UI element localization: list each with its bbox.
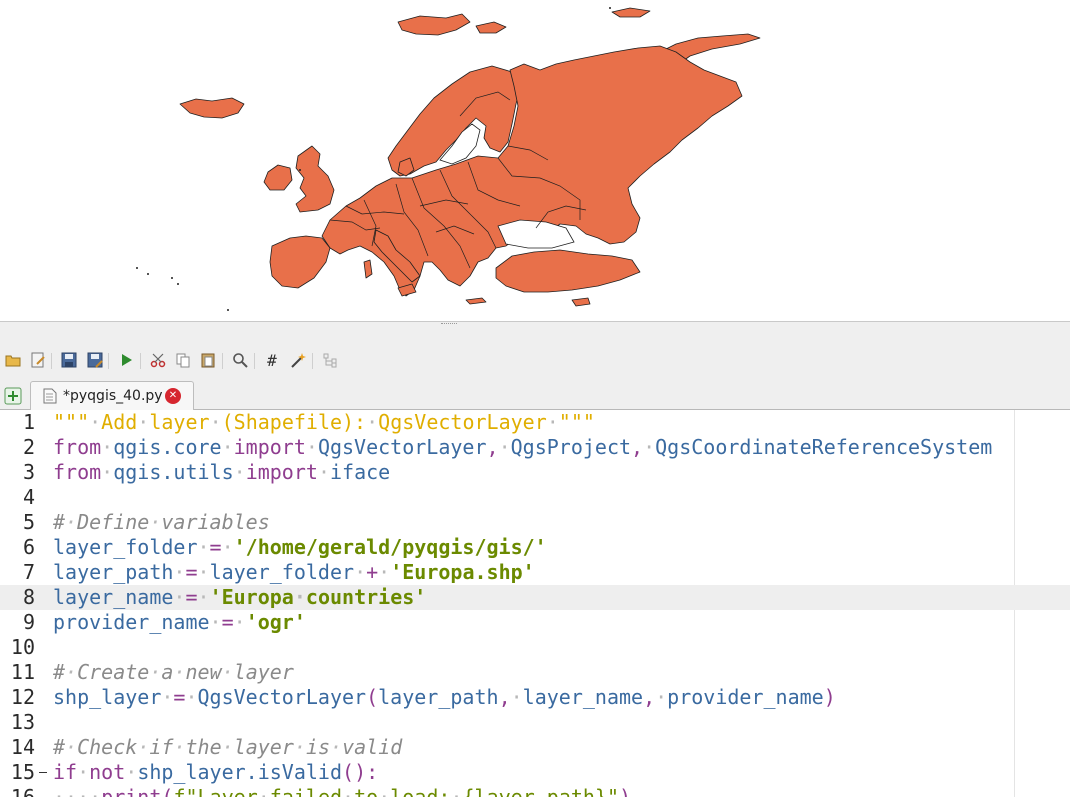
line-number: 1 <box>22 410 35 434</box>
code-text: shp_layer·=·QgsVectorLayer(layer_path,·l… <box>53 685 836 709</box>
editor-toolbar: # <box>0 349 1070 373</box>
code-text: from·qgis.utils·import·iface <box>53 460 391 484</box>
code-line[interactable]: 13 <box>0 710 1070 735</box>
country-shape <box>475 21 507 34</box>
code-line[interactable]: 9 provider_name·=·'ogr' <box>0 610 1070 635</box>
copy-icon[interactable] <box>172 349 194 371</box>
close-tab-icon[interactable]: ✕ <box>165 388 181 404</box>
europe-countries-layer <box>136 7 761 311</box>
code-text: layer_folder·=·'/home/gerald/pyqgis/gis/… <box>53 535 547 559</box>
country-shape <box>465 297 487 305</box>
code-text: layer_path·=·layer_folder·+·'Europa.shp' <box>53 560 535 584</box>
code-line[interactable]: 2 from·qgis.core·import·QgsVectorLayer,·Q… <box>0 435 1070 460</box>
line-number: 9 <box>22 610 35 634</box>
code-text: #·Check·if·the·layer·is·valid <box>53 735 403 759</box>
line-number: 8 <box>22 585 35 609</box>
line-number: 5 <box>22 510 35 534</box>
code-line[interactable]: 14 #·Check·if·the·layer·is·valid <box>0 735 1070 760</box>
run-script-icon[interactable] <box>115 349 137 371</box>
line-number: 2 <box>22 435 35 459</box>
code-editor[interactable]: 1 """·Add·layer·(Shapefile):·QgsVectorLay… <box>0 410 1070 797</box>
line-number: 6 <box>22 535 35 559</box>
paste-icon[interactable] <box>197 349 219 371</box>
python-console-editor: # *pyqgis_40.py ✕ 1 """·Add·layer·(Shapef… <box>0 327 1070 797</box>
python-file-icon <box>43 388 57 408</box>
country-shape <box>363 259 373 279</box>
code-text: from·qgis.core·import·QgsVectorLayer,·Qg… <box>53 435 993 459</box>
line-number: 7 <box>22 560 35 584</box>
country-shape <box>295 145 335 213</box>
save-icon[interactable] <box>58 349 80 371</box>
line-number: 16 <box>10 785 35 797</box>
open-script-icon[interactable] <box>2 349 24 371</box>
code-text: #·Create·a·new·layer <box>53 660 294 684</box>
code-text: #·Define·variables <box>53 510 270 534</box>
map-canvas[interactable] <box>0 0 1070 321</box>
open-in-external-editor-icon[interactable] <box>27 349 49 371</box>
line-number: 11 <box>10 660 35 684</box>
country-shape <box>571 297 591 307</box>
country-shape <box>397 13 471 36</box>
tab-label: *pyqgis_40.py <box>63 388 163 404</box>
splitter-grip[interactable] <box>441 323 457 326</box>
code-line[interactable]: 12 shp_layer·=·QgsVectorLayer(layer_path,… <box>0 685 1070 710</box>
code-line[interactable]: 3 from·qgis.utils·import·iface <box>0 460 1070 485</box>
code-text: if·not·shp_layer.isValid(): <box>53 760 379 784</box>
line-number: 13 <box>10 710 35 734</box>
line-number: 3 <box>22 460 35 484</box>
code-line[interactable]: 10 <box>0 635 1070 660</box>
code-line[interactable]: 11 #·Create·a·new·layer <box>0 660 1070 685</box>
object-inspector-icon[interactable] <box>319 349 341 371</box>
code-text: provider_name·=·'ogr' <box>53 610 306 634</box>
country-shape <box>611 7 651 18</box>
code-line[interactable]: 8 layer_name·=·'Europa·countries' <box>0 585 1070 610</box>
code-line[interactable]: 6 layer_folder·=·'/home/gerald/pyqgis/gis… <box>0 535 1070 560</box>
comment-icon[interactable]: # <box>261 349 283 371</box>
code-line[interactable]: 4 <box>0 485 1070 510</box>
tab-pyqgis-40[interactable]: *pyqgis_40.py ✕ <box>30 381 194 410</box>
reformat-code-icon[interactable] <box>287 349 309 371</box>
editor-tab-bar: *pyqgis_40.py ✕ <box>0 379 1070 410</box>
line-number: 15 <box>10 760 35 784</box>
save-as-icon[interactable] <box>84 349 106 371</box>
code-text: """·Add·layer·(Shapefile):·QgsVectorLaye… <box>53 410 595 434</box>
cut-icon[interactable] <box>147 349 169 371</box>
code-line[interactable]: 1 """·Add·layer·(Shapefile):·QgsVectorLay… <box>0 410 1070 435</box>
new-editor-tab-icon[interactable] <box>4 387 22 405</box>
code-line[interactable]: 5 #·Define·variables <box>0 510 1070 535</box>
line-number: 10 <box>10 635 35 659</box>
code-text: layer_name·=·'Europa·countries' <box>53 585 427 609</box>
line-number: 14 <box>10 735 35 759</box>
code-line[interactable]: 7 layer_path·=·layer_folder·+·'Europa.shp… <box>0 560 1070 585</box>
line-number: 12 <box>10 685 35 709</box>
find-icon[interactable] <box>229 349 251 371</box>
fold-marker-icon[interactable] <box>39 772 47 773</box>
code-line[interactable]: 16 ····print(f"Layer·failed·to·load:·{lay… <box>0 785 1070 797</box>
country-shape <box>263 164 293 191</box>
code-text: ····print(f"Layer·failed·to·load:·{layer… <box>53 785 632 797</box>
line-number: 4 <box>22 485 35 509</box>
country-shape <box>269 235 331 289</box>
code-line[interactable]: 15 if·not·shp_layer.isValid(): <box>0 760 1070 785</box>
country-shape <box>495 249 641 293</box>
country-shape <box>179 97 245 119</box>
